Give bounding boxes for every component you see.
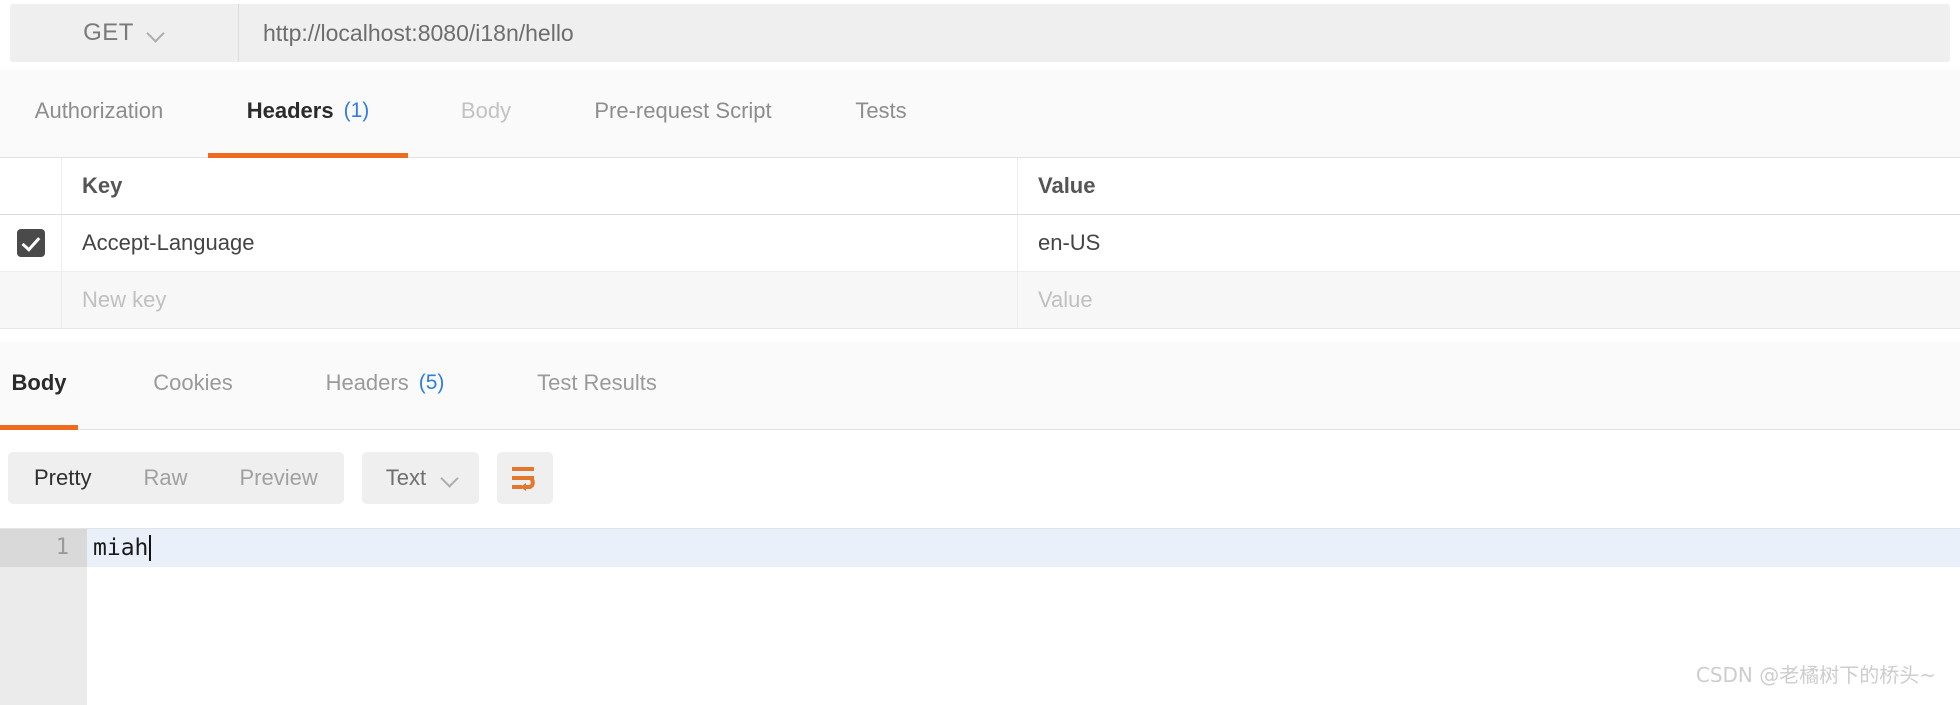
headers-table-header-row: Key Value [0, 158, 1960, 215]
word-wrap-button[interactable] [497, 452, 554, 504]
column-header-value: Value [1038, 173, 1096, 198]
header-value-input[interactable]: en-US [1018, 215, 1960, 271]
new-header-key-input[interactable]: New key [62, 272, 1018, 328]
request-url-bar: GET http://localhost:8080/i18n/hello [10, 4, 1950, 62]
request-tab-bar: Authorization Headers (1) Body Pre-reque… [0, 70, 1960, 158]
tab-label: Cookies [153, 369, 233, 395]
format-label: Text [385, 465, 427, 490]
code-line[interactable]: miah [87, 529, 1960, 567]
chevron-down-icon [148, 25, 165, 42]
tab-label: Headers [325, 369, 409, 395]
tab-body-request[interactable]: Body [426, 70, 546, 158]
view-mode-group: Pretty Raw Preview [8, 452, 344, 504]
tab-label: Tests [855, 97, 907, 123]
tab-label: Body [460, 97, 512, 123]
response-body-toolbar: Pretty Raw Preview Text [8, 452, 554, 504]
tab-label: Body [11, 369, 67, 395]
tab-count-badge: (1) [343, 98, 370, 122]
tab-count-badge: (5) [418, 370, 445, 394]
header-checkbox-column [0, 158, 62, 214]
tab-label: Pre-request Script [594, 97, 772, 123]
tab-headers-request[interactable]: Headers (1) [208, 70, 408, 158]
text-caret [149, 535, 152, 561]
line-number-gutter: 1 [0, 529, 87, 705]
tab-pre-request-script[interactable]: Pre-request Script [558, 70, 808, 158]
new-header-value-input[interactable]: Value [1018, 272, 1960, 328]
header-enabled-checkbox[interactable] [16, 229, 45, 257]
word-wrap-icon [512, 467, 535, 491]
code-area[interactable]: miah [87, 529, 1960, 705]
csdn-watermark: CSDN @老橘树下的桥头~ [1695, 663, 1936, 687]
table-row-new: New key Value [0, 272, 1960, 329]
column-header-key: Key [62, 158, 1018, 214]
code-line-text: miah [93, 535, 149, 561]
row-checkbox-cell [0, 215, 62, 271]
table-row: Accept-Language en-US [0, 215, 1960, 272]
tab-authorization[interactable]: Authorization [10, 70, 188, 158]
http-method-label: GET [83, 19, 134, 46]
view-mode-raw[interactable]: Raw [117, 452, 213, 504]
response-tab-bar: Body Cookies Headers (5) Test Results [0, 342, 1960, 430]
new-row-checkbox-cell [0, 272, 62, 328]
url-input[interactable]: http://localhost:8080/i18n/hello [239, 4, 1950, 62]
http-method-selector[interactable]: GET [10, 4, 239, 62]
format-selector[interactable]: Text [361, 452, 480, 504]
tab-test-results[interactable]: Test Results [512, 342, 682, 430]
tab-label: Test Results [537, 369, 657, 395]
view-mode-pretty[interactable]: Pretty [8, 452, 117, 504]
tab-headers-response[interactable]: Headers (5) [300, 342, 470, 430]
tab-tests[interactable]: Tests [826, 70, 936, 158]
line-number: 1 [0, 529, 87, 567]
tab-body-response[interactable]: Body [0, 342, 78, 430]
header-key-input[interactable]: Accept-Language [62, 215, 1018, 271]
tab-label: Headers [246, 97, 334, 123]
chevron-down-icon [442, 470, 459, 487]
headers-table: Key Value Accept-Language en-US New key … [0, 158, 1960, 329]
tab-cookies[interactable]: Cookies [128, 342, 258, 430]
view-mode-preview[interactable]: Preview [213, 452, 343, 504]
response-body-editor: 1 miah [0, 528, 1960, 705]
tab-label: Authorization [34, 97, 164, 123]
